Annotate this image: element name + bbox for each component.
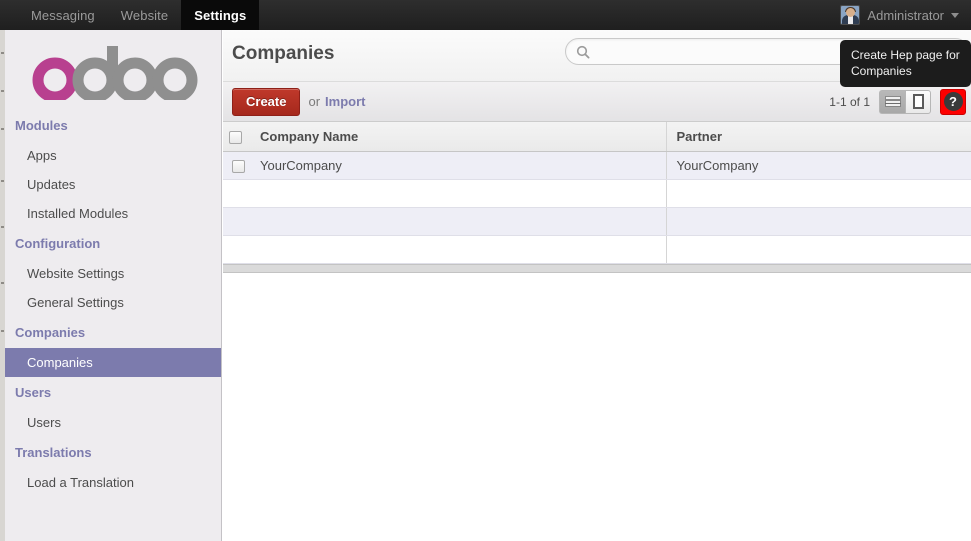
sidebar-item-website-settings[interactable]: Website Settings bbox=[5, 259, 221, 288]
sidebar-heading-translations: Translations bbox=[5, 437, 221, 468]
help-button[interactable]: ? bbox=[940, 89, 966, 115]
table-header-row: Company Name Partner bbox=[223, 122, 971, 152]
sidebar-item-load-a-translation[interactable]: Load a Translation bbox=[5, 468, 221, 497]
cell-company-name: YourCompany bbox=[254, 152, 666, 180]
table-empty-row bbox=[223, 208, 971, 236]
column-header-partner[interactable]: Partner bbox=[666, 122, 971, 152]
nav-item-label: Settings bbox=[194, 8, 246, 23]
column-header-company-name[interactable]: Company Name bbox=[254, 122, 666, 152]
odoo-backend-window: Messaging Website Settings Administrator bbox=[0, 0, 971, 541]
companies-list-table: Company Name Partner YourCompany YourCom… bbox=[223, 122, 971, 264]
row-checkbox[interactable] bbox=[232, 160, 245, 173]
sidebar-heading-modules: Modules bbox=[5, 110, 221, 141]
tooltip-line-2: Companies bbox=[851, 63, 962, 79]
question-mark-icon: ? bbox=[944, 92, 963, 111]
sidebar-heading-users: Users bbox=[5, 377, 221, 408]
select-all-header bbox=[223, 122, 254, 152]
sidebar-heading-companies: Companies bbox=[5, 317, 221, 348]
main-content: Companies Create or Import 1-1 of 1 bbox=[223, 30, 971, 541]
sidebar-heading-configuration: Configuration bbox=[5, 228, 221, 259]
sidebar-item-installed-modules[interactable]: Installed Modules bbox=[5, 199, 221, 228]
import-link[interactable]: Import bbox=[325, 94, 365, 109]
nav-item-label: Website bbox=[121, 8, 168, 23]
list-view-icon[interactable] bbox=[879, 90, 905, 114]
odoo-logo[interactable] bbox=[5, 30, 221, 108]
form-view-icon[interactable] bbox=[905, 90, 931, 114]
top-navbar: Messaging Website Settings Administrator bbox=[0, 0, 971, 30]
sidebar-item-companies[interactable]: Companies bbox=[5, 348, 221, 377]
nav-item-label: Messaging bbox=[31, 8, 95, 23]
cell-partner: YourCompany bbox=[666, 152, 971, 180]
table-empty-row bbox=[223, 236, 971, 264]
search-icon bbox=[576, 45, 590, 59]
sidebar-item-updates[interactable]: Updates bbox=[5, 170, 221, 199]
user-photo-avatar bbox=[840, 5, 860, 25]
navbar-menu: Messaging Website Settings bbox=[18, 0, 259, 30]
row-select-cell bbox=[223, 152, 254, 180]
sidebar-item-users[interactable]: Users bbox=[5, 408, 221, 437]
sidebar-item-apps[interactable]: Apps bbox=[5, 141, 221, 170]
nav-item-messaging[interactable]: Messaging bbox=[18, 0, 108, 30]
select-all-checkbox[interactable] bbox=[229, 131, 242, 144]
list-toolbar: Create or Import 1-1 of 1 ? bbox=[223, 82, 971, 122]
sidebar-menu: Modules Apps Updates Installed Modules C… bbox=[5, 108, 221, 497]
table-empty-row bbox=[223, 180, 971, 208]
toolbar-right-controls: 1-1 of 1 ? bbox=[829, 89, 971, 115]
view-switcher bbox=[879, 90, 931, 114]
or-label: or bbox=[308, 94, 320, 109]
user-name-label: Administrator bbox=[867, 8, 944, 23]
navbar-user-menu[interactable]: Administrator bbox=[840, 0, 971, 30]
nav-item-settings[interactable]: Settings bbox=[181, 0, 259, 30]
create-button[interactable]: Create bbox=[232, 88, 300, 116]
tooltip-line-1: Create He׃p page for bbox=[851, 47, 962, 63]
content-blank-area bbox=[223, 273, 971, 541]
sidebar-item-general-settings[interactable]: General Settings bbox=[5, 288, 221, 317]
odoo-logo-svg bbox=[27, 44, 199, 100]
caret-down-icon bbox=[951, 13, 959, 18]
sidebar: Modules Apps Updates Installed Modules C… bbox=[5, 30, 222, 541]
pager-label: 1-1 of 1 bbox=[829, 95, 870, 109]
nav-item-website[interactable]: Website bbox=[108, 0, 181, 30]
table-row[interactable]: YourCompany YourCompany bbox=[223, 152, 971, 180]
help-tooltip: Create He׃p page for Companies bbox=[840, 40, 971, 87]
list-footer-bar bbox=[223, 264, 971, 273]
page-title: Companies bbox=[232, 43, 334, 65]
